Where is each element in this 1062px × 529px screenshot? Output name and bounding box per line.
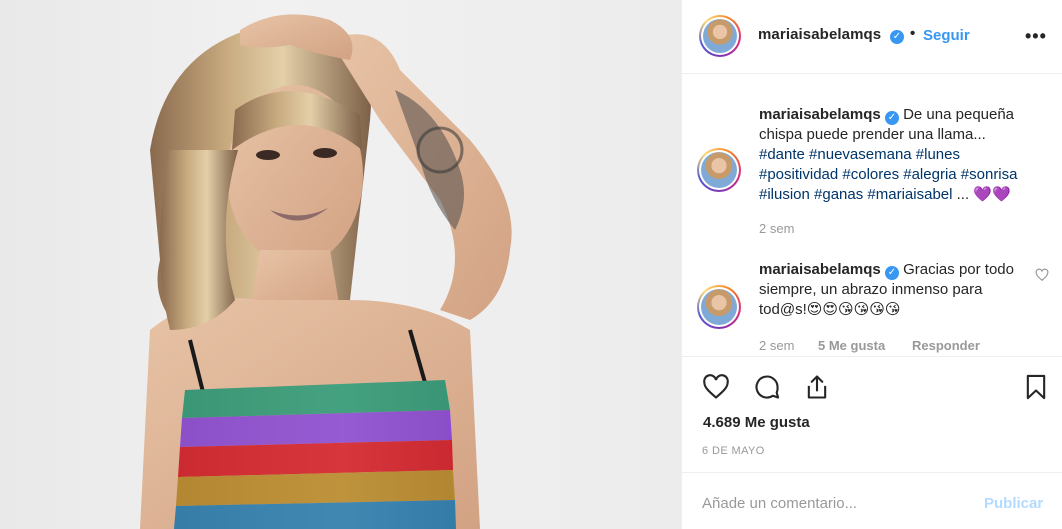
- publish-button[interactable]: Publicar: [984, 495, 1043, 512]
- post-header: mariaisabelamqs ✓ • Seguir •••: [682, 0, 1062, 74]
- bookmark-icon[interactable]: [1022, 373, 1050, 401]
- caption-avatar[interactable]: [697, 148, 741, 192]
- comment-text: mariaisabelamqs ✓ Gracias por todo siemp…: [759, 260, 1027, 320]
- likes-count[interactable]: 4.689 Me gusta: [703, 414, 810, 431]
- comment-input[interactable]: [702, 491, 972, 515]
- comment-likes[interactable]: 5 Me gusta: [818, 338, 885, 353]
- caption-ellipsis: ...: [952, 186, 970, 203]
- verified-badge-icon: ✓: [884, 266, 899, 280]
- reply-button[interactable]: Responder: [912, 338, 980, 353]
- author-username[interactable]: mariaisabelamqs: [758, 26, 881, 43]
- more-options-icon[interactable]: •••: [1025, 26, 1047, 47]
- comments-list[interactable]: mariaisabelamqs ✓ De una pequeña chispa …: [682, 74, 1062, 356]
- comment-emojis: 😍😍😘😘😘😘: [806, 301, 901, 318]
- comment-time[interactable]: 2 sem: [759, 338, 794, 353]
- comment-bubble-icon[interactable]: [753, 373, 781, 401]
- author-avatar[interactable]: [699, 15, 741, 57]
- post-photo-illustration: [140, 14, 512, 529]
- heart-icon[interactable]: [702, 373, 730, 401]
- verified-badge-icon: ✓: [884, 111, 899, 125]
- header-separator: •: [910, 25, 916, 42]
- post-photo[interactable]: [0, 0, 681, 529]
- comment-avatar[interactable]: [697, 285, 741, 329]
- post-date[interactable]: 6 DE MAYO: [702, 445, 765, 457]
- caption-time[interactable]: 2 sem: [759, 221, 794, 236]
- comment-like-heart-icon[interactable]: [1035, 268, 1049, 282]
- add-comment-section: Publicar: [682, 472, 1062, 529]
- verified-badge-icon: ✓: [890, 30, 904, 44]
- share-icon[interactable]: [803, 373, 831, 401]
- caption-username[interactable]: mariaisabelamqs: [759, 106, 881, 123]
- post-side-panel: mariaisabelamqs ✓ • Seguir ••• mariaisab…: [681, 0, 1062, 529]
- comment-username[interactable]: mariaisabelamqs: [759, 261, 881, 278]
- follow-button[interactable]: Seguir: [923, 27, 970, 44]
- post-actions: 4.689 Me gusta 6 DE MAYO Publicar: [682, 356, 1062, 529]
- caption-text: mariaisabelamqs ✓ De una pequeña chispa …: [759, 105, 1029, 205]
- purple-heart-emoji: 💜💜: [973, 186, 1011, 203]
